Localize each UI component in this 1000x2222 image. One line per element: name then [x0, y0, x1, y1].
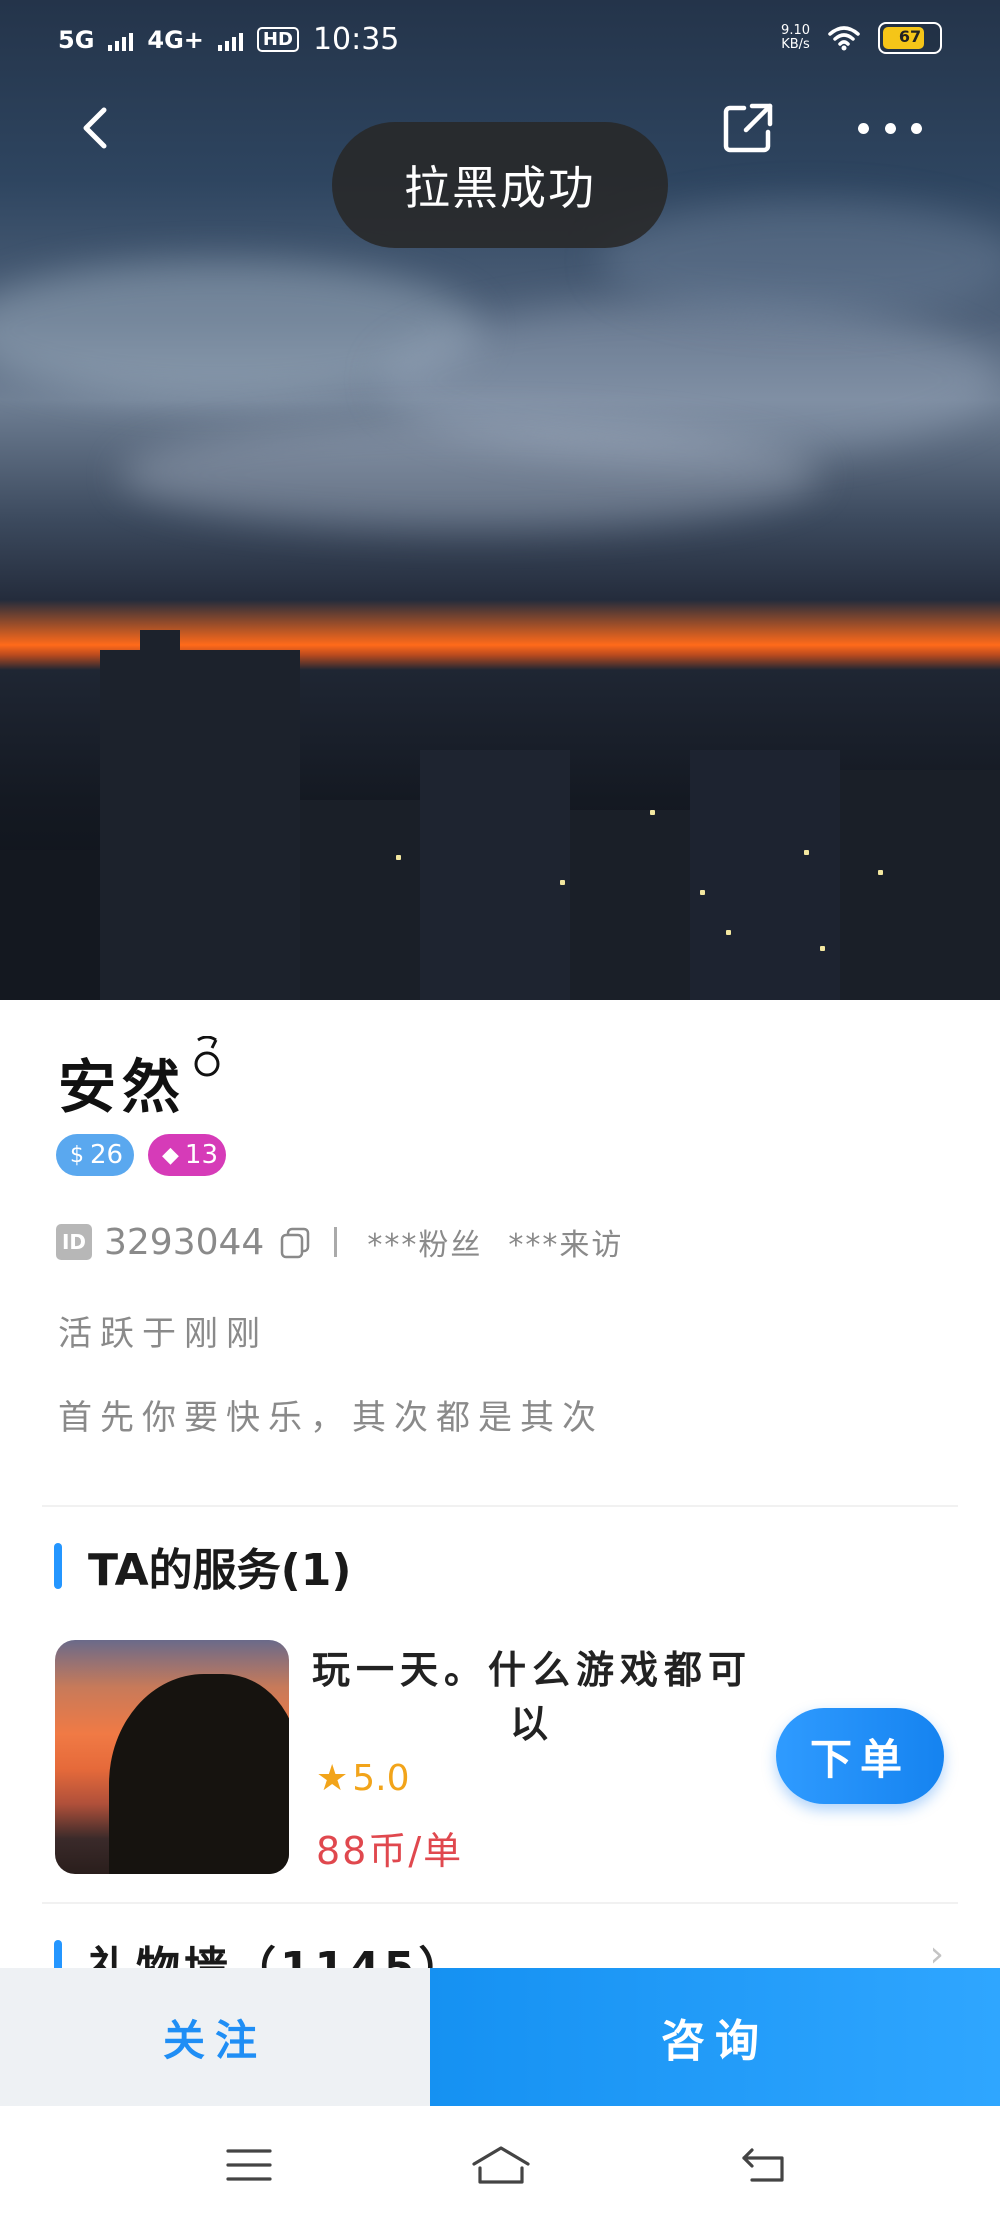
home-icon [472, 2146, 530, 2184]
toast-message: 拉黑成功 [332, 122, 668, 248]
consult-button[interactable]: 咨询 [430, 1968, 1000, 2106]
recent-apps-button[interactable] [224, 2146, 274, 2184]
id-tag: ID [56, 1224, 92, 1260]
diamond-icon: ◆ [162, 1142, 179, 1168]
star-icon: ★ [316, 1758, 349, 1799]
id-row: ID 3293044 ***粉丝 ***来访 [56, 1218, 649, 1266]
chevron-right-icon: › [929, 1938, 944, 1968]
copy-icon[interactable] [278, 1225, 312, 1259]
level-badge: $ 26 [56, 1134, 134, 1176]
menu-icon [226, 2149, 272, 2181]
network-5g-label: 5G [58, 25, 95, 54]
gift-wall-title: 礼物墙（1145） [88, 1938, 466, 1968]
visitors-count[interactable]: ***来访 [508, 1220, 623, 1264]
clock: 10:35 [312, 22, 400, 57]
status-bar: 5G 4G+ HD 10:35 9.10 KB/s 67 [0, 0, 1000, 78]
more-dots-icon [858, 122, 869, 134]
badges: $ 26 ◆ 13 [56, 1134, 226, 1176]
back-button[interactable] [72, 98, 128, 158]
service-rating: ★ 5.0 [316, 1758, 410, 1799]
service-thumbnail[interactable] [55, 1640, 289, 1874]
divider [42, 1902, 958, 1904]
return-icon [742, 2148, 784, 2182]
charm-badge: ◆ 13 [148, 1134, 226, 1176]
section-marker [54, 1543, 62, 1589]
follow-button[interactable]: 关注 [0, 1968, 430, 2106]
service-title[interactable]: 玩一天。什么游戏都可以 [312, 1643, 752, 1751]
hd-voice-icon: HD [256, 27, 299, 52]
section-marker [54, 1940, 62, 1968]
order-button[interactable]: 下单 [776, 1708, 944, 1804]
fans-count[interactable]: ***粉丝 [367, 1220, 482, 1264]
profile-name: 安然 [58, 1053, 187, 1121]
chevron-left-icon [83, 107, 107, 149]
signal-icon [108, 29, 134, 51]
network-speed: 9.10 KB/s [781, 23, 810, 52]
network-4g-label: 4G+ [147, 25, 204, 54]
battery-icon: 67 [878, 22, 942, 54]
share-button[interactable] [718, 98, 778, 158]
female-icon [194, 1036, 220, 1077]
divider [42, 1505, 958, 1507]
more-button[interactable] [858, 110, 922, 146]
service-price: 88币/单 [316, 1829, 464, 1873]
home-button[interactable] [470, 2142, 532, 2188]
services-section-title: TA的服务(1) [54, 1540, 351, 1596]
profile-bio: 首先你要快乐，其次都是其次 [58, 1398, 604, 1438]
wifi-icon [828, 26, 860, 51]
gift-wall-row[interactable]: 礼物墙（1145） › [54, 1938, 954, 1968]
system-back-button[interactable] [738, 2144, 788, 2186]
divider [334, 1227, 338, 1257]
dollar-icon: $ [70, 1142, 84, 1168]
active-status: 活跃于刚刚 [58, 1314, 268, 1354]
city-skyline [0, 630, 1000, 1000]
system-nav-bar [0, 2106, 1000, 2222]
battery-level: 67 [898, 27, 922, 46]
signal-icon [217, 29, 243, 51]
share-external-icon [723, 103, 773, 153]
user-id: 3293044 [104, 1221, 265, 1263]
